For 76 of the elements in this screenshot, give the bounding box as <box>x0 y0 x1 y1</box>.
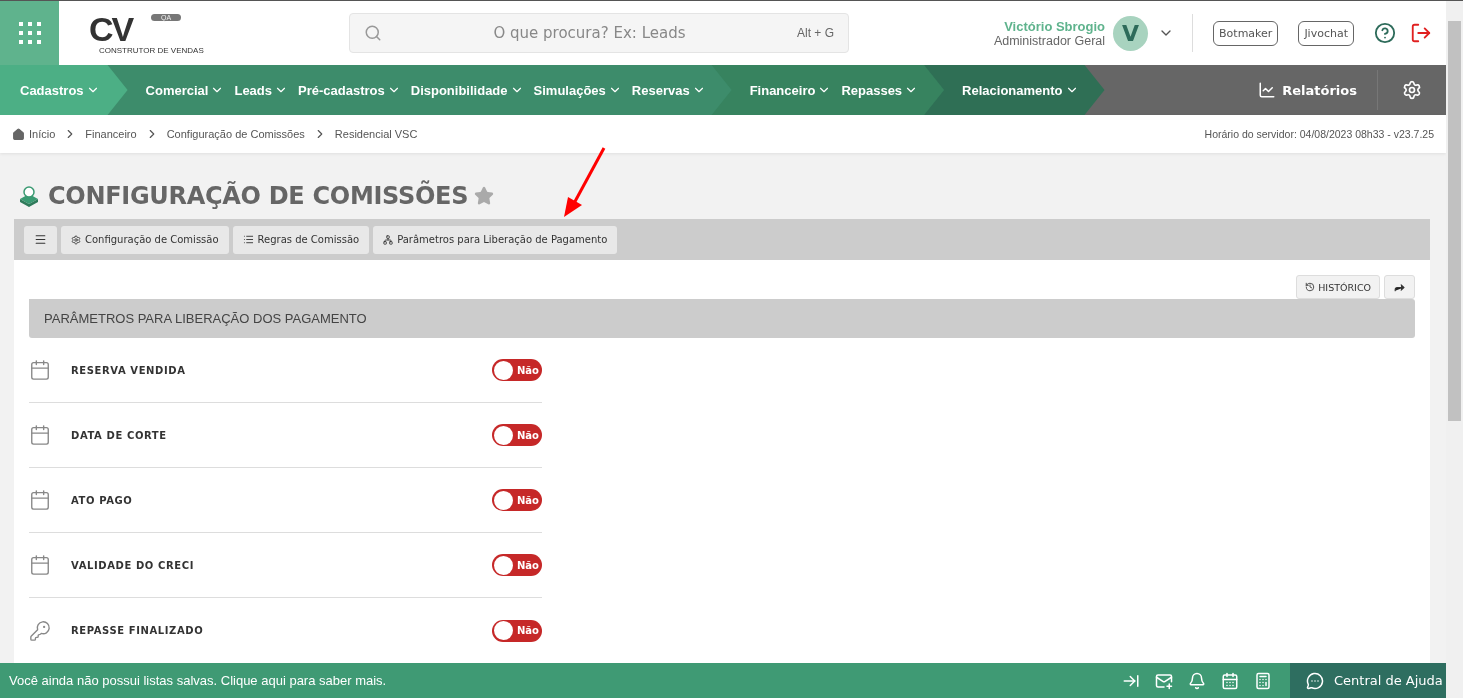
user-role: Administrador Geral <box>993 33 1106 48</box>
notifications-button[interactable] <box>1188 671 1206 690</box>
header-button[interactable]: Jivochat <box>1298 20 1354 46</box>
toggle-switch[interactable]: Não <box>492 489 542 511</box>
settings-icon <box>1402 80 1422 100</box>
calendar-icon <box>29 489 51 511</box>
nav-menu-item[interactable]: Disponibilidade <box>406 82 528 98</box>
page-title: CONFIGURAÇÃO DE COMISSÕES <box>48 182 469 210</box>
calculator-button[interactable] <box>1254 671 1272 690</box>
shortcut-hint: Alt + G <box>797 26 834 40</box>
calculator-icon <box>1254 671 1272 690</box>
history-icon <box>1305 282 1316 293</box>
search-icon <box>364 24 382 42</box>
nav-menu-item[interactable]: Leads <box>230 82 293 98</box>
gear-icon <box>71 234 81 245</box>
nav-menu-item[interactable]: Pré-cadastros <box>294 82 405 98</box>
search-input[interactable]: O que procura? Ex: Leads <box>392 23 787 43</box>
header-button[interactable]: Botmaker <box>1213 20 1279 46</box>
calendar-icon <box>29 554 51 576</box>
calendar-icon <box>29 424 51 446</box>
parameter-label: ATO PAGO <box>71 494 134 506</box>
toggle-switch[interactable]: Não <box>492 619 542 642</box>
nav-menu-item[interactable]: Repasses <box>837 82 923 98</box>
mail-button[interactable] <box>1155 671 1173 690</box>
search-field[interactable]: O que procura? Ex: Leads Alt + G <box>349 13 849 53</box>
calendar-icon <box>29 359 51 381</box>
apps-grid-button[interactable] <box>0 1 59 65</box>
menu-icon <box>34 233 47 247</box>
breadcrumb-link[interactable]: Residencial VSC <box>334 128 418 140</box>
parameter-label: DATA DE CORTE <box>71 429 168 441</box>
help-icon <box>1374 22 1396 44</box>
logout-icon <box>1410 22 1432 44</box>
scrollbar[interactable] <box>1446 1 1463 698</box>
mail-icon <box>1155 671 1173 690</box>
breadcrumb-link[interactable]: Início <box>29 128 56 140</box>
favorite-star-icon[interactable] <box>474 186 495 206</box>
toggle-switch[interactable]: Não <box>492 554 542 576</box>
toggle-switch[interactable]: Não <box>492 424 542 446</box>
parameter-label: REPASSE FINALIZADO <box>71 625 205 636</box>
user-name: Victório Sbrogio <box>1004 18 1106 34</box>
hierarchy-icon <box>383 234 394 245</box>
nav-menu-item[interactable]: Relacionamento <box>958 82 1083 98</box>
breadcrumb-link[interactable]: Financeiro <box>85 128 137 140</box>
menu-button[interactable] <box>24 225 57 254</box>
calendar-icon <box>1221 671 1239 690</box>
toolbar-tab[interactable]: Regras de Comissão <box>232 225 370 254</box>
bell-icon <box>1188 671 1206 690</box>
line-chart-icon <box>1258 81 1277 99</box>
history-button[interactable]: HISTÓRICO <box>1296 275 1380 300</box>
list-icon <box>242 234 254 246</box>
key-icon <box>29 619 51 642</box>
reports-button[interactable]: Relatórios <box>1238 70 1378 110</box>
parameter-label: RESERVA VENDIDA <box>71 364 187 376</box>
parameter-label: VALIDADE DO CRECI <box>71 559 195 571</box>
share-button[interactable] <box>1384 275 1415 300</box>
chat-icon <box>1306 671 1324 690</box>
nav-menu-item[interactable]: Comercial <box>141 82 229 98</box>
help-button[interactable] <box>1374 22 1396 44</box>
home-icon <box>12 127 25 141</box>
logo-text: CV <box>89 11 133 46</box>
footer-message-link[interactable]: Você ainda não possui listas salvas. Clique aqui para saber mais. <box>0 673 1122 688</box>
toolbar-tab[interactable]: Configuração de Comissão <box>61 225 229 254</box>
nav-menu-item[interactable]: Reservas <box>627 82 710 98</box>
section-header: PARÂMETROS PARA LIBERAÇÃO DOS PAGAMENTO <box>29 299 1415 338</box>
grid-icon <box>17 21 42 45</box>
server-time: Horário do servidor: 04/08/2023 08h33 - v23.7.25 <box>1204 128 1434 140</box>
nav-menu-item[interactable]: Simulações <box>529 82 626 98</box>
logo-tagline: CONSTRUTOR DE VENDAS <box>99 45 204 55</box>
calendar-button[interactable] <box>1221 671 1239 690</box>
avatar[interactable]: V <box>1113 15 1149 51</box>
nav-menu-item[interactable]: Financeiro <box>745 82 836 98</box>
logout-button[interactable] <box>1410 22 1432 44</box>
help-center-button[interactable]: Central de Ajuda <box>1290 663 1446 698</box>
toggle-switch[interactable]: Não <box>492 359 542 381</box>
toolbar-tab[interactable]: Parâmetros para Liberação de Pagamento <box>373 225 618 254</box>
breadcrumb-link[interactable]: Configuração de Comissões <box>166 128 305 140</box>
